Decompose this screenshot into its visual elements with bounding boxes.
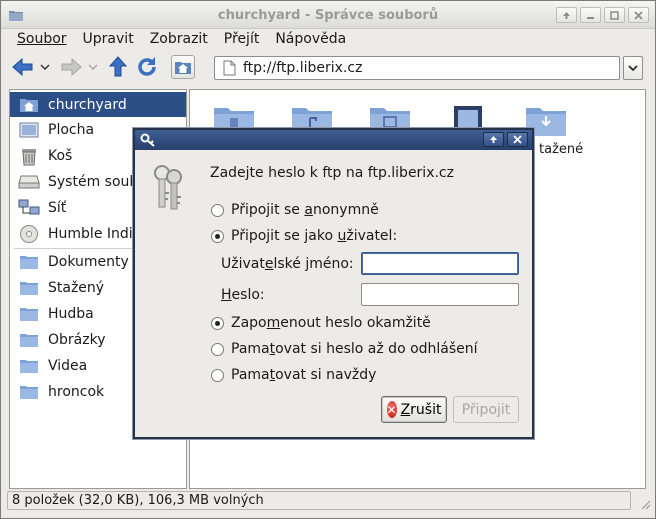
- trash-icon: [18, 146, 40, 166]
- back-button[interactable]: [11, 55, 35, 79]
- radio-connect-as-user[interactable]: Připojit se jako uživatel:: [211, 228, 397, 244]
- toolbar: ftp://ftp.liberix.cz: [1, 51, 655, 83]
- sidebar-item-churchyard[interactable]: churchyard: [10, 92, 186, 117]
- radio-button-selected[interactable]: [211, 316, 224, 330]
- key-icon: [140, 133, 156, 151]
- arrow-up-icon: [490, 136, 497, 143]
- menu-upravit[interactable]: Upravit: [75, 29, 142, 51]
- ftp-password-dialog: Zadejte heslo k ftp na ftp.liberix.cz Př…: [133, 128, 534, 439]
- connect-button[interactable]: Připojit: [453, 396, 519, 423]
- radio-label: Zapomenout heslo okamžitě: [231, 315, 431, 331]
- back-history-dropdown[interactable]: [39, 55, 51, 79]
- folder-icon: [18, 278, 40, 298]
- address-dropdown-button[interactable]: [623, 56, 643, 80]
- harddisk-icon: [18, 172, 40, 192]
- arrow-up-icon: [108, 56, 128, 77]
- arrow-right-icon: [61, 57, 82, 77]
- folder-icon: [18, 304, 40, 324]
- maximize-up-button[interactable]: [556, 7, 577, 23]
- menu-napoveda[interactable]: Nápověda: [267, 29, 354, 51]
- cancel-button[interactable]: ✕ Zrušit: [381, 396, 447, 423]
- desktop-icon: [18, 120, 40, 140]
- menu-soubor[interactable]: Soubor: [9, 29, 75, 51]
- dialog-close-button[interactable]: [507, 132, 528, 147]
- resize-grip-icon[interactable]: [639, 498, 651, 514]
- address-bar[interactable]: ftp://ftp.liberix.cz: [214, 56, 620, 80]
- forward-history-dropdown[interactable]: [87, 55, 99, 79]
- keys-icon: [154, 165, 182, 210]
- dialog-prompt: Zadejte heslo k ftp na ftp.liberix.cz: [210, 165, 454, 181]
- folder-icon: [18, 252, 40, 272]
- window-titlebar[interactable]: churchyard - Správce souborů: [1, 1, 655, 29]
- home-folder-icon: [18, 95, 40, 115]
- cancel-icon: ✕: [386, 401, 397, 418]
- close-icon: [513, 135, 522, 144]
- file-manager-window: churchyard - Správce souborů Soubor Upra…: [0, 0, 656, 519]
- menu-prejit[interactable]: Přejít: [216, 29, 268, 51]
- username-field[interactable]: [361, 252, 519, 275]
- cancel-label: Zrušit: [400, 401, 442, 418]
- menu-zobrazit[interactable]: Zobrazit: [142, 29, 216, 51]
- downloads-folder-label: tažené: [539, 142, 584, 157]
- status-bar: 8 položek (32,0 KB), 106,3 MB volných: [7, 491, 631, 510]
- parent-folder-button[interactable]: [107, 55, 129, 79]
- arrow-up-icon: [563, 11, 570, 19]
- chevron-down-icon: [88, 64, 98, 71]
- folder-icon: [18, 356, 40, 376]
- minimize-icon: [587, 16, 594, 19]
- maximize-icon: [610, 10, 619, 20]
- radio-connect-anonymous[interactable]: Připojit se anonymně: [211, 202, 379, 218]
- radio-button[interactable]: [211, 368, 224, 382]
- dialog-maximize-button[interactable]: [483, 132, 504, 147]
- optical-disc-icon: [18, 224, 40, 244]
- radio-label: Připojit se jako uživatel:: [231, 228, 398, 244]
- reload-icon: [138, 57, 156, 76]
- arrow-left-icon: [12, 57, 33, 77]
- chevron-down-icon: [40, 64, 50, 71]
- radio-remember-until-logout[interactable]: Pamatovat si heslo až do odhlášení: [211, 341, 478, 357]
- radio-button-selected[interactable]: [211, 229, 224, 243]
- home-icon: [175, 62, 191, 74]
- reload-button[interactable]: [135, 55, 159, 79]
- radio-remember-forever[interactable]: Pamatovat si navždy: [211, 367, 376, 383]
- menubar: Soubor Upravit Zobrazit Přejít Nápověda: [1, 29, 655, 51]
- folder-icon: [18, 330, 40, 350]
- radio-forget-password[interactable]: Zapomenout heslo okamžitě: [211, 315, 431, 331]
- password-field[interactable]: [361, 283, 519, 306]
- minimize-button[interactable]: [580, 7, 601, 23]
- network-icon: [18, 198, 40, 218]
- home-button[interactable]: [171, 55, 195, 79]
- username-label: Uživatelské jméno:: [221, 256, 354, 272]
- password-label: Heslo:: [221, 287, 265, 303]
- radio-label: Pamatovat si navždy: [231, 367, 377, 383]
- address-text: ftp://ftp.liberix.cz: [243, 60, 363, 76]
- radio-button[interactable]: [211, 203, 224, 217]
- dialog-titlebar[interactable]: [135, 130, 532, 150]
- radio-button[interactable]: [211, 342, 224, 356]
- radio-label: Pamatovat si heslo až do odhlášení: [231, 341, 478, 357]
- maximize-button[interactable]: [604, 7, 625, 23]
- close-icon: [634, 10, 643, 20]
- document-icon: [223, 60, 236, 76]
- radio-label: Připojit se anonymně: [231, 202, 379, 218]
- chevron-down-icon: [628, 65, 638, 72]
- close-button[interactable]: [628, 7, 649, 23]
- folder-icon: [18, 382, 40, 402]
- forward-button[interactable]: [59, 55, 83, 79]
